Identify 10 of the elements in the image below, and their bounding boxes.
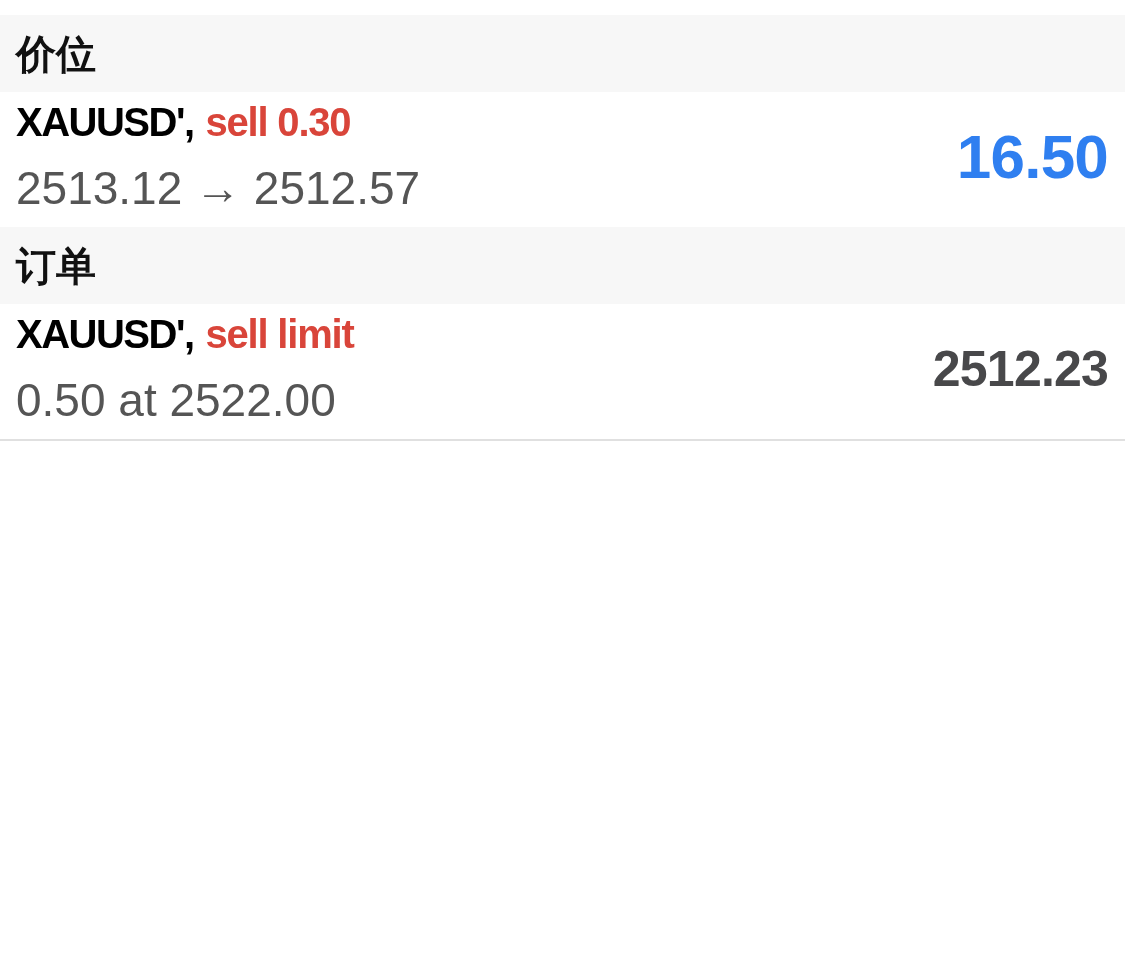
- order-type-label: sell 0.30: [205, 99, 351, 146]
- profit-value: 16.50: [956, 120, 1108, 193]
- price-value: 2512.23: [932, 340, 1108, 399]
- section-title: 价位: [16, 30, 96, 78]
- order-type-label: sell limit: [205, 311, 354, 358]
- price-detail: 0.50 at 2522.00: [16, 373, 337, 428]
- price-detail: 2513.12 → 2512.57: [16, 161, 421, 216]
- symbol-label: XAUUSD',: [16, 99, 194, 146]
- section-title: 订单: [16, 242, 96, 290]
- symbol-label: XAUUSD',: [16, 311, 194, 358]
